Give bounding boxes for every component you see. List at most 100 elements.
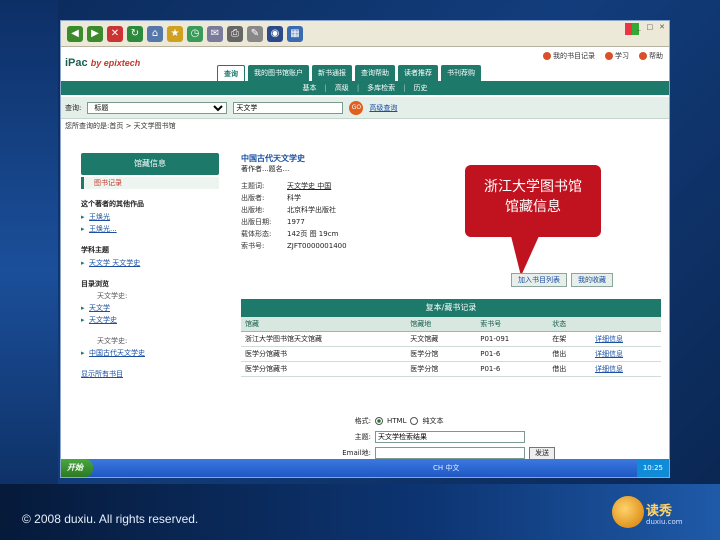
record-value: 北京科学出版社 bbox=[287, 206, 336, 214]
email-label: Email地: bbox=[342, 449, 371, 457]
records-icon bbox=[543, 52, 551, 60]
start-button[interactable]: 开始 bbox=[61, 459, 93, 477]
subnav-advanced[interactable]: 高级 bbox=[335, 83, 349, 93]
subject-label: 主题: bbox=[354, 433, 371, 441]
callout-annotation: 浙江大学图书馆 馆藏信息 bbox=[465, 165, 601, 237]
col-header: 馆藏 bbox=[241, 317, 407, 332]
table-cell: 天文馆藏 bbox=[406, 331, 477, 347]
edit-icon[interactable]: ✎ bbox=[247, 25, 263, 42]
top-link-records[interactable]: 我的书目记录 bbox=[543, 51, 595, 61]
detail-link[interactable]: 详细信息 bbox=[590, 331, 661, 347]
subnav-separator: | bbox=[356, 84, 360, 92]
table-row: 浙江大学图书馆天文馆藏 天文馆藏 P01-091 在架 详细信息 bbox=[241, 331, 661, 347]
format-html-radio[interactable] bbox=[375, 417, 383, 425]
help-icon bbox=[639, 52, 647, 60]
record-value: 142页 图 19cm bbox=[287, 230, 339, 238]
top-link-help[interactable]: 帮助 bbox=[639, 51, 663, 61]
top-link-study[interactable]: 学习 bbox=[605, 51, 629, 61]
research-icon[interactable]: ▦ bbox=[287, 25, 303, 42]
col-header bbox=[590, 317, 661, 332]
send-button[interactable]: 发送 bbox=[529, 446, 555, 460]
left-panel: 馆藏信息 图书记录 这个著者的其他作品 王焕光 王焕光... 学科主题 天文学 … bbox=[81, 153, 219, 453]
holdings-info-title: 馆藏信息 bbox=[81, 153, 219, 175]
subnav-separator: | bbox=[403, 84, 406, 92]
table-cell: P01-6 bbox=[476, 346, 549, 362]
refresh-icon[interactable]: ↻ bbox=[127, 25, 143, 42]
lp-section-more: 天文学史: 中国古代天文学史 bbox=[81, 336, 219, 359]
advanced-search-link[interactable]: 高级查询 bbox=[369, 103, 397, 113]
show-all-link[interactable]: 显示所有书目 bbox=[81, 369, 219, 379]
record-key: 索书号: bbox=[241, 242, 265, 250]
tab-purchase[interactable]: 书刊荐购 bbox=[441, 65, 481, 81]
tab-search[interactable]: 查询 bbox=[217, 65, 245, 81]
search-field-select[interactable]: 标题 bbox=[87, 101, 228, 114]
logo-mark-icon bbox=[612, 496, 644, 528]
table-cell: 在架 bbox=[548, 331, 591, 347]
main-tabs: 查询 我的图书馆账户 新书通报 查询帮助 读者推荐 书刊荐购 bbox=[217, 65, 481, 81]
close-icon[interactable]: ✕ bbox=[659, 23, 665, 31]
my-favorites-button[interactable]: 我的收藏 bbox=[571, 273, 613, 287]
language-indicator[interactable]: CH 中文 bbox=[433, 463, 459, 473]
messenger-icon[interactable]: ◉ bbox=[267, 25, 283, 42]
ipac-header: iPac by epixtech 我的书目记录 学习 帮助 查询 我的图书馆账户… bbox=[61, 47, 669, 81]
format-text-radio[interactable] bbox=[410, 417, 419, 425]
tab-new-books[interactable]: 新书通报 bbox=[312, 65, 352, 81]
favorites-icon[interactable]: ★ bbox=[167, 25, 183, 42]
export-form: 格式: HTML 纯文本 主题: Email地: 发送 bbox=[331, 413, 611, 461]
record-value[interactable]: 天文学史 中国 bbox=[287, 180, 331, 192]
table-row: 医学分馆藏书 医学分馆 P01-6 借出 详细信息 bbox=[241, 346, 661, 362]
go-button[interactable]: GO bbox=[349, 100, 364, 115]
stop-icon[interactable]: ✕ bbox=[107, 25, 123, 42]
history-icon[interactable]: ◷ bbox=[187, 25, 203, 42]
subnav-multi[interactable]: 多库检索 bbox=[367, 83, 395, 93]
lp-sub: 天文学史: bbox=[97, 292, 128, 300]
search-label: 查询: bbox=[65, 103, 82, 112]
lp-link[interactable]: 王焕光 bbox=[81, 211, 219, 223]
back-icon[interactable]: ◀ bbox=[67, 25, 83, 42]
minimize-icon[interactable]: _ bbox=[637, 23, 641, 31]
record-key: 出版者: bbox=[241, 194, 265, 202]
slide-left-decoration bbox=[0, 0, 58, 540]
table-row: 医学分馆藏书 医学分馆 P01-6 借出 详细信息 bbox=[241, 361, 661, 377]
subnav-basic[interactable]: 基本 bbox=[302, 83, 316, 93]
search-bar: 查询: 标题 GO 高级查询 bbox=[61, 97, 669, 119]
record-value: 科学 bbox=[287, 194, 301, 202]
table-cell: 借出 bbox=[548, 346, 591, 362]
table-cell: P01-091 bbox=[476, 331, 549, 347]
search-input[interactable] bbox=[233, 101, 344, 114]
tab-search-help[interactable]: 查询帮助 bbox=[355, 65, 395, 81]
forward-icon[interactable]: ▶ bbox=[87, 25, 103, 42]
home-icon[interactable]: ⌂ bbox=[147, 25, 163, 42]
ipac-brand: iPac bbox=[65, 57, 88, 69]
lp-link[interactable]: 天文学 bbox=[81, 302, 219, 314]
tab-my-account[interactable]: 我的图书馆账户 bbox=[248, 65, 309, 81]
mail-icon[interactable]: ✉ bbox=[207, 25, 223, 42]
lp-link[interactable]: 中国古代天文学史 bbox=[81, 347, 219, 359]
table-cell: 医学分馆藏书 bbox=[241, 346, 407, 362]
lp-link[interactable]: 天文学史 bbox=[81, 314, 219, 326]
email-field[interactable] bbox=[375, 447, 525, 459]
table-cell: 医学分馆 bbox=[406, 361, 477, 377]
subject-input[interactable] bbox=[375, 431, 525, 443]
add-to-list-button[interactable]: 加入书目列表 bbox=[511, 273, 567, 287]
record-key: 载体形态: bbox=[241, 230, 272, 238]
tab-reader-recommend[interactable]: 读者推荐 bbox=[398, 65, 438, 81]
record-value: 1977 bbox=[287, 218, 305, 226]
maximize-icon[interactable]: □ bbox=[647, 23, 654, 31]
record-value: ZJFT0000001400 bbox=[287, 242, 347, 250]
detail-link[interactable]: 详细信息 bbox=[590, 361, 661, 377]
holdings-table: 馆藏 馆藏地 索书号 状态 浙江大学图书馆天文馆藏 天文馆藏 P01-091 在… bbox=[241, 317, 661, 377]
record-title[interactable]: 中国古代天文学史 bbox=[241, 153, 521, 164]
breadcrumb: 您所查询的是:首页 > 天文学图书馆 bbox=[65, 122, 176, 130]
lp-link[interactable]: 天文学 天文学史 bbox=[81, 257, 219, 269]
lp-link[interactable]: 王焕光... bbox=[81, 223, 219, 235]
print-icon[interactable]: ⎙ bbox=[227, 25, 243, 42]
format-row: 格式: HTML 纯文本 bbox=[331, 413, 611, 429]
top-links: 我的书目记录 学习 帮助 bbox=[543, 51, 663, 61]
panel-item-book-record[interactable]: 图书记录 bbox=[81, 177, 219, 189]
browser-toolbar: ◀ ▶ ✕ ↻ ⌂ ★ ◷ ✉ ⎙ ✎ ◉ ▦ _ □ ✕ bbox=[61, 21, 669, 47]
lp-footer: 显示所有书目 bbox=[81, 369, 219, 379]
subnav-history[interactable]: 历史 bbox=[414, 83, 428, 93]
col-header: 馆藏地 bbox=[406, 317, 477, 332]
detail-link[interactable]: 详细信息 bbox=[590, 346, 661, 362]
